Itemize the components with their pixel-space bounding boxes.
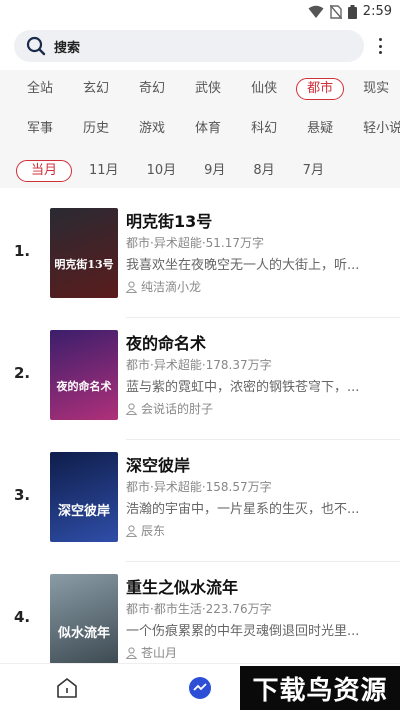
- book-item[interactable]: 3. 深空彼岸 深空彼岸 都市·异术超能·158.57万字 浩瀚的宇宙中，一片星系的生灭…: [0, 440, 400, 562]
- month-chip[interactable]: 8月: [242, 160, 285, 182]
- search-box[interactable]: 搜索: [14, 30, 364, 62]
- book-description: 一个伤痕累累的中年灵魂倒退回时光里...: [126, 624, 360, 639]
- book-rank: 4.: [14, 608, 31, 626]
- ranking-tab-icon[interactable]: [188, 676, 212, 700]
- author-name: 会说话的肘子: [141, 402, 214, 416]
- category-chip[interactable]: 体育: [184, 118, 232, 140]
- book-cover[interactable]: 夜的命名术: [50, 330, 118, 420]
- status-time: 2:59: [362, 4, 392, 19]
- category-chip[interactable]: 仙侠: [240, 78, 288, 100]
- category-chip[interactable]: 现实: [352, 78, 400, 100]
- book-description: 我喜欢坐在夜晚空无一人的大街上，听...: [126, 258, 360, 273]
- book-title[interactable]: 夜的命名术: [126, 330, 206, 354]
- book-item[interactable]: 2. 夜的命名术 夜的命名术 都市·异术超能·178.37万字 蓝与紫的霓虹中，浓密的钢…: [0, 318, 400, 440]
- book-cover-title: 夜的命名术: [56, 380, 112, 393]
- book-cover[interactable]: 明克街13号: [50, 208, 118, 298]
- book-meta: 都市·异术超能·51.17万字: [126, 236, 264, 250]
- book-meta: 都市·异术超能·178.37万字: [126, 358, 272, 372]
- book-rank: 2.: [14, 364, 31, 382]
- book-meta: 都市·都市生活·223.76万字: [126, 602, 272, 616]
- status-icons: 2:59: [308, 4, 392, 19]
- search-label: 搜索: [54, 40, 81, 56]
- book-description: 浩瀚的宇宙中，一片星系的生灭，也不...: [126, 502, 360, 517]
- no-sim-icon: [329, 4, 342, 19]
- category-chip[interactable]: 全站: [16, 78, 64, 100]
- author-name: 纯洁滴小龙: [141, 280, 202, 294]
- category-chip[interactable]: 轻小说: [352, 118, 400, 140]
- book-title[interactable]: 明克街13号: [126, 208, 212, 232]
- status-bar: 2:59: [0, 0, 400, 24]
- author-icon: [126, 280, 137, 293]
- book-cover-title: 深空彼岸: [57, 504, 110, 519]
- book-rank: 3.: [14, 486, 31, 504]
- book-cover-title: 似水流年: [57, 626, 110, 641]
- home-tab-icon[interactable]: [55, 676, 79, 700]
- book-title[interactable]: 重生之似水流年: [126, 574, 238, 598]
- battery-icon: [347, 4, 357, 19]
- month-row: 当月 11月 10月 9月 8月 7月: [16, 160, 341, 182]
- category-chip[interactable]: 军事: [16, 118, 64, 140]
- more-options-icon[interactable]: [374, 38, 386, 54]
- book-cover[interactable]: 似水流年: [50, 574, 118, 664]
- category-chip[interactable]: 悬疑: [296, 118, 344, 140]
- book-item[interactable]: 1. 明克街13号 明克街13号 都市·异术超能·51.17万字 我喜欢坐在夜晚空无一人…: [0, 196, 400, 318]
- book-author[interactable]: 会说话的肘子: [126, 400, 213, 417]
- filter-panel: 全站 玄幻 奇幻 武侠 仙侠 都市 现实 军事 历史 游戏 体育 科幻 悬疑 轻小说 当月 11月 10月 9…: [0, 70, 400, 188]
- month-chip[interactable]: 10月: [136, 160, 188, 182]
- month-chip[interactable]: 7月: [292, 160, 335, 182]
- book-ranking-list: 1. 明克街13号 明克街13号 都市·异术超能·51.17万字 我喜欢坐在夜晚空无一人…: [0, 196, 400, 684]
- author-icon: [126, 646, 137, 659]
- book-title[interactable]: 深空彼岸: [126, 452, 190, 476]
- category-chip[interactable]: 历史: [72, 118, 120, 140]
- author-icon: [126, 524, 137, 537]
- category-chip[interactable]: 奇幻: [128, 78, 176, 100]
- book-description: 蓝与紫的霓虹中，浓密的钢铁苍穹下，...: [126, 380, 360, 395]
- book-meta: 都市·异术超能·158.57万字: [126, 480, 272, 494]
- wifi-icon: [308, 5, 324, 18]
- category-row-2: 军事 历史 游戏 体育 科幻 悬疑 轻小说: [16, 118, 400, 140]
- category-chip[interactable]: 科幻: [240, 118, 288, 140]
- month-chip[interactable]: 当月: [16, 160, 73, 182]
- author-icon: [126, 402, 137, 415]
- book-cover[interactable]: 深空彼岸: [50, 452, 118, 542]
- month-chip[interactable]: 11月: [78, 160, 130, 182]
- book-author[interactable]: 苍山月: [126, 644, 177, 661]
- author-name: 辰东: [141, 524, 166, 538]
- book-rank: 1.: [14, 242, 31, 260]
- book-author[interactable]: 辰东: [126, 522, 165, 539]
- category-chip[interactable]: 都市: [296, 78, 345, 100]
- category-row-1: 全站 玄幻 奇幻 武侠 仙侠 都市 现实: [16, 78, 400, 100]
- category-chip[interactable]: 武侠: [184, 78, 232, 100]
- category-chip[interactable]: 玄幻: [72, 78, 120, 100]
- author-name: 苍山月: [141, 646, 178, 660]
- category-chip[interactable]: 游戏: [128, 118, 176, 140]
- month-chip[interactable]: 9月: [193, 160, 236, 182]
- book-author[interactable]: 纯洁滴小龙: [126, 278, 201, 295]
- book-cover-title: 明克街13号: [54, 258, 114, 271]
- search-row: 搜索: [0, 26, 400, 68]
- watermark-logo: 下载鸟资源: [240, 666, 400, 710]
- search-icon: [26, 36, 46, 56]
